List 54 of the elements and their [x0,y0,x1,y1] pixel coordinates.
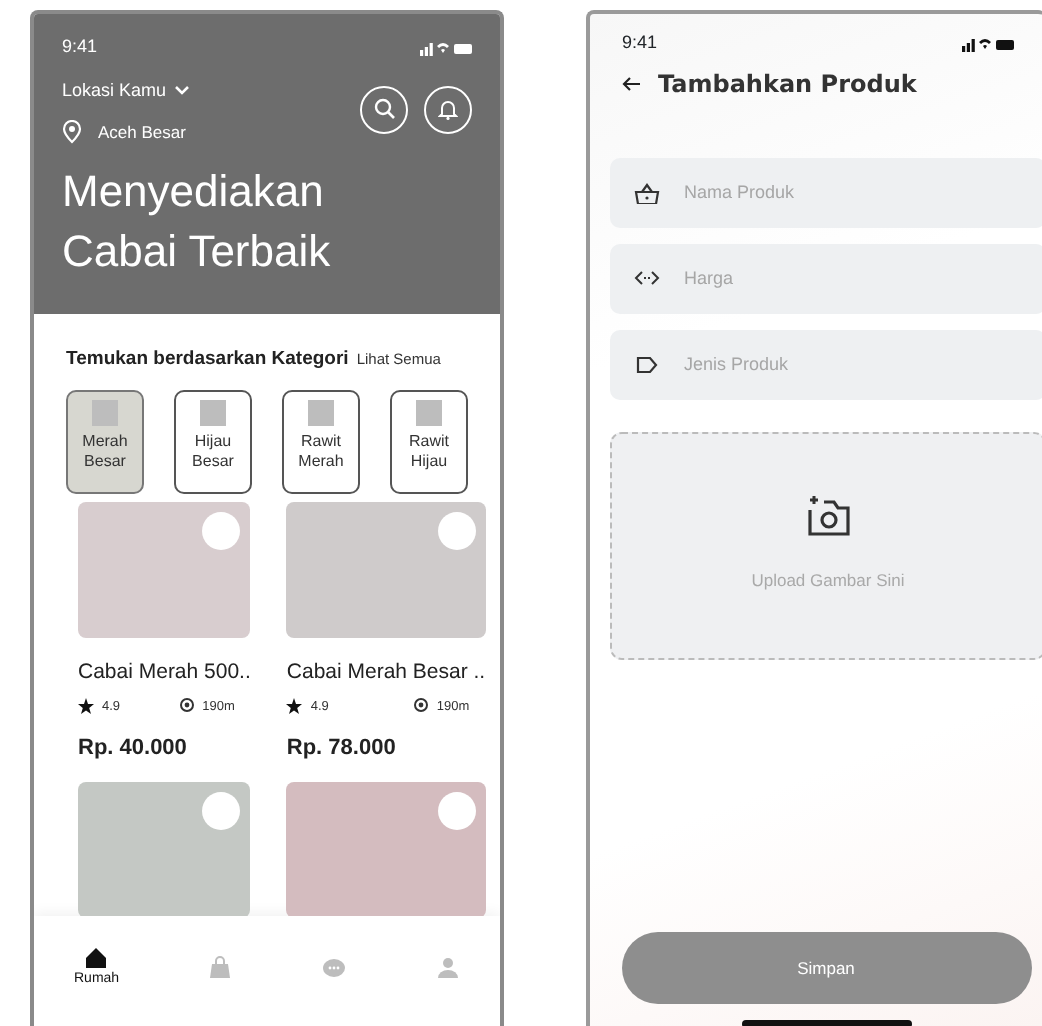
product-name: Cabai Merah 500.. [78,657,251,688]
input-field[interactable]: Nama Produk [610,157,1042,227]
add-photo-icon [806,496,850,537]
tag-icon [634,353,660,375]
nav-tab[interactable] [322,956,347,981]
category-image [416,399,442,426]
section-title: Temukan berdasarkan Kategori [66,345,349,374]
text-input[interactable]: Jenis Produk [680,329,1042,399]
page-title: Tambahkan Produk [658,67,917,101]
category-image [92,399,118,426]
nav-tab[interactable] [435,956,460,981]
basket-icon [634,181,660,203]
text-input[interactable]: Harga [680,243,1042,313]
headline: Cabai Terbaik [62,223,333,280]
category-image [308,399,334,426]
home-icon [84,945,109,970]
bell-icon [438,98,458,120]
location-target-icon [414,697,429,712]
notification-button[interactable] [424,85,472,133]
product-price: Rp. 40.000 [78,734,189,765]
shopping-bag-icon [208,956,233,981]
input-field[interactable]: Jenis Produk [610,329,1042,399]
status-icons-drawing [420,39,472,56]
favorite-button[interactable] [202,791,241,830]
product-price: Rp. 78.000 [286,734,398,765]
category-image [200,399,226,426]
user-icon [435,956,460,981]
category-chip[interactable]: Merah Besar [66,389,144,494]
search-button[interactable] [360,85,408,133]
favorite-button[interactable] [202,511,241,550]
product-name: Cabai Merah Besar .. [286,657,486,688]
category-chip[interactable]: Rawit Hijau [390,389,468,494]
location-text: Aceh Besar [98,120,186,146]
nav-tab[interactable] [208,956,233,981]
chat-icon [322,956,347,981]
status-time: 9:41 [62,34,98,60]
text-input[interactable]: Nama Produk [680,157,1042,227]
location-pin-icon [62,120,82,145]
category-chip[interactable]: Rawit Merah [282,389,360,494]
status-icons-drawing [962,35,1014,52]
location-target-icon [180,697,195,712]
code-icon [634,267,660,289]
category-chip[interactable]: Hijau Besar [174,389,252,494]
location-label: Lokasi Kamu [62,77,167,103]
chevron-down-icon[interactable] [174,84,191,97]
back-arrow-icon[interactable] [622,75,642,91]
status-time: 9:41 [622,30,658,56]
input-field[interactable]: Harga [610,243,1042,313]
headline: Menyediakan [62,163,326,220]
search-icon [373,98,395,120]
star-icon [78,697,94,714]
favorite-button[interactable] [437,791,476,830]
favorite-button[interactable] [437,511,476,550]
star-icon [286,697,303,714]
